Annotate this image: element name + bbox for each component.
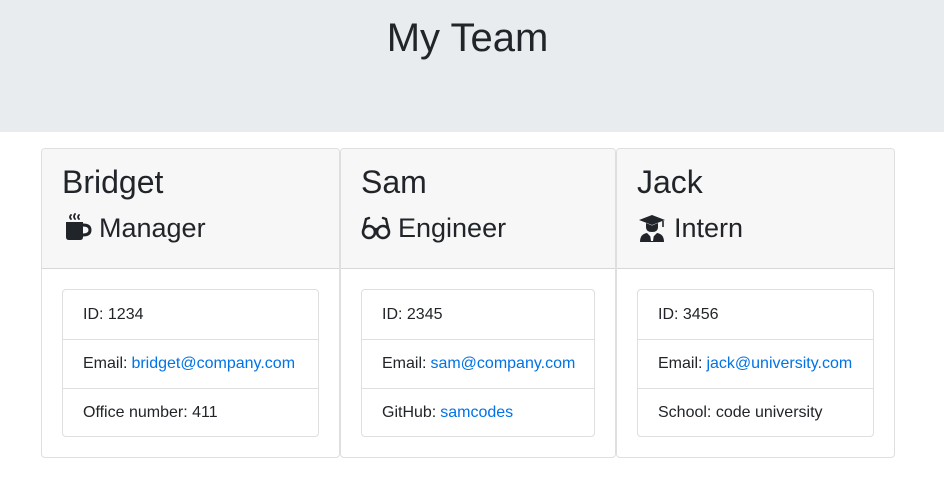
role-label: Intern bbox=[674, 213, 744, 243]
list-item-school: School: code university bbox=[638, 388, 873, 437]
details-list: ID: 3456 Email: jack@university.com Schoo… bbox=[637, 289, 874, 437]
employee-card-manager: Bridget Manager ID: 1234 Email: bridget@c… bbox=[41, 148, 340, 458]
card-header: Jack Intern bbox=[617, 149, 894, 269]
employee-name: Bridget bbox=[62, 164, 164, 200]
header-jumbotron: My Team bbox=[0, 0, 944, 132]
employee-name: Jack bbox=[637, 164, 703, 200]
list-item-github: GitHub: samcodes bbox=[362, 388, 594, 437]
list-item-email: Email: sam@company.com bbox=[362, 339, 594, 388]
page-title: My Team bbox=[386, 16, 549, 60]
details-list: ID: 2345 Email: sam@company.com GitHub: sa… bbox=[361, 289, 595, 437]
role-label: Engineer bbox=[398, 213, 507, 243]
list-item-email: Email: jack@university.com bbox=[638, 339, 873, 388]
list-item-id: ID: 2345 bbox=[382, 305, 443, 323]
list-item-id: ID: 1234 bbox=[83, 305, 144, 323]
list-item-email: Email: bridget@company.com bbox=[63, 339, 318, 388]
card-header: Bridget Manager bbox=[42, 149, 339, 269]
role-label: Manager bbox=[99, 213, 206, 243]
employee-card-intern: Jack Intern ID: 3456 Email: jack@universi… bbox=[616, 148, 895, 458]
list-item-office: Office number: 411 bbox=[63, 388, 318, 437]
employee-role: Manager bbox=[62, 211, 206, 245]
employee-card-engineer: Sam Engineer ID: 2345 Email: sam@company.… bbox=[340, 148, 616, 458]
graduate-icon bbox=[637, 213, 667, 243]
glasses-icon bbox=[361, 213, 391, 243]
coffee-icon bbox=[62, 213, 92, 243]
email-link[interactable]: sam@company.com bbox=[430, 354, 575, 374]
github-link[interactable]: samcodes bbox=[440, 403, 513, 423]
list-item-id: ID: 3456 bbox=[658, 305, 719, 323]
employee-role: Engineer bbox=[361, 211, 506, 245]
card-header: Sam Engineer bbox=[341, 149, 615, 269]
email-link[interactable]: bridget@company.com bbox=[131, 354, 295, 374]
email-link[interactable]: jack@university.com bbox=[706, 354, 852, 374]
employee-name: Sam bbox=[361, 164, 427, 200]
employee-role: Intern bbox=[637, 211, 743, 245]
details-list: ID: 1234 Email: bridget@company.com Offic… bbox=[62, 289, 319, 437]
